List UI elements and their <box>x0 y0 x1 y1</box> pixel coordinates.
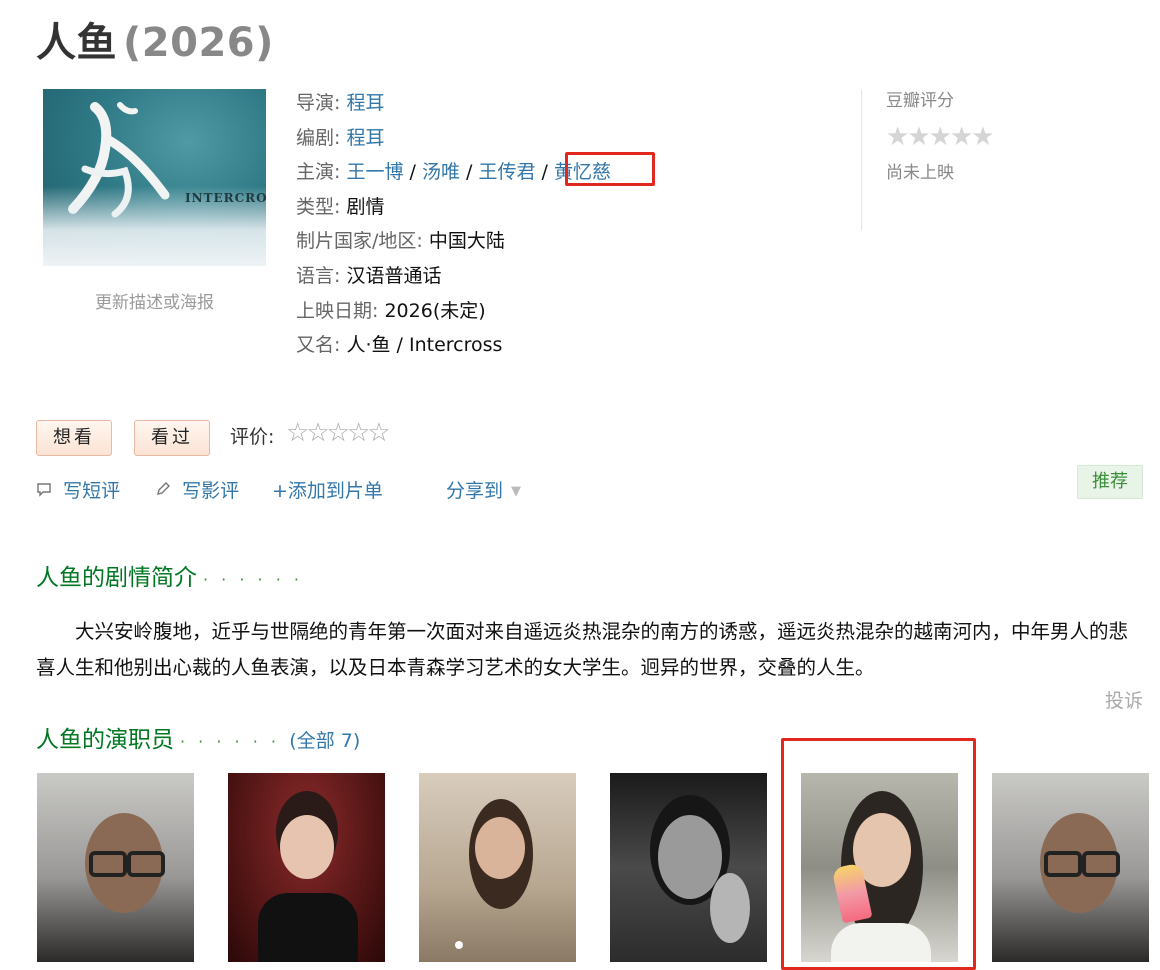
cast-link[interactable]: 汤唯 <box>422 161 460 183</box>
cast-photo[interactable] <box>992 773 1149 962</box>
recommend-button[interactable]: 推荐 <box>1077 465 1143 499</box>
region-row: 制片国家/地区: 中国大陆 <box>296 230 505 253</box>
rating-divider <box>861 90 862 230</box>
movie-name: 人鱼 <box>36 20 117 66</box>
add-to-list[interactable]: +添加到片单 <box>272 476 383 503</box>
movie-poster[interactable]: INTERCROSS <box>43 89 266 266</box>
cast-photo[interactable] <box>419 773 576 962</box>
director-row: 导演: 程耳 <box>296 92 385 114</box>
douban-rating-label: 豆瓣评分 <box>886 91 954 111</box>
plot-heading-dots: · · · · · · <box>203 570 303 589</box>
want-to-watch-button[interactable]: 想看 <box>36 420 112 456</box>
star-icon: ★ <box>949 122 974 152</box>
release-label: 上映日期 <box>296 299 373 322</box>
aka-row: 又名: 人·鱼 / Intercross <box>296 334 503 357</box>
cast-photo-highlight-box <box>781 738 976 970</box>
rate-label: 评价: <box>230 426 275 448</box>
chevron-down-icon: ▼ <box>511 484 522 499</box>
star-icon: ★ <box>886 122 910 152</box>
language-label: 语言 <box>296 264 335 287</box>
plot-heading: 人鱼的剧情简介 · · · · · · <box>36 558 303 592</box>
rating-stars: ★★★★★ <box>886 122 995 152</box>
star-icon: ★ <box>971 122 995 152</box>
cast-link[interactable]: 王传君 <box>478 161 535 183</box>
movie-info: 导演: 程耳 编剧: 程耳 主演: 王一博 / 汤唯 / 王传君 / 黄忆慈 类… <box>296 86 611 363</box>
genre-value: 剧情 <box>346 195 385 218</box>
aka-value: 人·鱼 / Intercross <box>346 334 503 357</box>
write-short-review[interactable]: 写短评 <box>36 476 120 503</box>
star-icon: ★ <box>907 122 931 152</box>
writer-row: 编剧: 程耳 <box>296 126 385 149</box>
cast-all-link[interactable]: (全部 7) <box>289 730 360 752</box>
cast-photo[interactable] <box>228 773 385 962</box>
language-row: 语言: 汉语普通话 <box>296 264 442 287</box>
cast-heading-dots: · · · · · · <box>180 732 280 751</box>
aka-label: 又名 <box>296 334 335 357</box>
page-title: 人鱼 (2026) <box>36 10 274 68</box>
report-link[interactable]: 投诉 <box>1105 686 1143 713</box>
star-outline-icon[interactable]: ☆ <box>367 418 390 448</box>
region-value: 中国大陆 <box>428 230 505 253</box>
movie-year: (2026) <box>123 20 274 66</box>
cast-row: 主演: 王一博 / 汤唯 / 王传君 / 黄忆慈 <box>296 161 611 184</box>
watched-button[interactable]: 看过 <box>134 420 210 456</box>
cast-label: 主演 <box>296 161 335 184</box>
genre-row: 类型: 剧情 <box>296 195 385 218</box>
release-row: 上映日期: 2026(未定) <box>296 299 486 322</box>
write-short-review-label[interactable]: 写短评 <box>63 480 120 502</box>
cast-highlight-box <box>565 152 655 186</box>
release-value: 2026(未定) <box>384 299 486 322</box>
language-value: 汉语普通话 <box>346 264 442 287</box>
rating-status: 尚未上映 <box>886 163 954 183</box>
director-link[interactable]: 程耳 <box>346 92 384 114</box>
genre-label: 类型 <box>296 195 335 218</box>
writer-label: 编剧 <box>296 126 335 149</box>
region-label: 制片国家/地区 <box>296 230 417 253</box>
plot-synopsis: 大兴安岭腹地，近乎与世隔绝的青年第一次面对来自遥远炎热混杂的南方的诱惑，遥远炎热… <box>36 620 1129 679</box>
cast-photo[interactable] <box>610 773 767 962</box>
poster-english-title: INTERCROSS <box>185 191 266 205</box>
cast-photo[interactable] <box>37 773 194 962</box>
cast-heading: 人鱼的演职员 · · · · · · (全部 7) <box>36 720 360 754</box>
cast-link[interactable]: 王一博 <box>346 161 403 183</box>
user-rating-stars[interactable]: ☆☆☆☆☆ <box>286 418 391 448</box>
share-menu[interactable]: 分享到 ▼ <box>446 476 521 503</box>
plot-heading-text: 人鱼的剧情简介 <box>36 565 197 591</box>
update-poster-link[interactable]: 更新描述或海报 <box>43 288 266 313</box>
speech-bubble-icon <box>36 482 57 501</box>
pencil-icon <box>155 482 176 501</box>
cast-heading-text: 人鱼的演职员 <box>36 727 174 753</box>
share-label[interactable]: 分享到 <box>446 480 503 502</box>
star-icon: ★ <box>928 122 952 152</box>
write-review-label[interactable]: 写影评 <box>182 480 239 502</box>
writer-link[interactable]: 程耳 <box>346 127 384 149</box>
write-review[interactable]: 写影评 <box>155 476 239 503</box>
director-label: 导演 <box>296 92 335 114</box>
